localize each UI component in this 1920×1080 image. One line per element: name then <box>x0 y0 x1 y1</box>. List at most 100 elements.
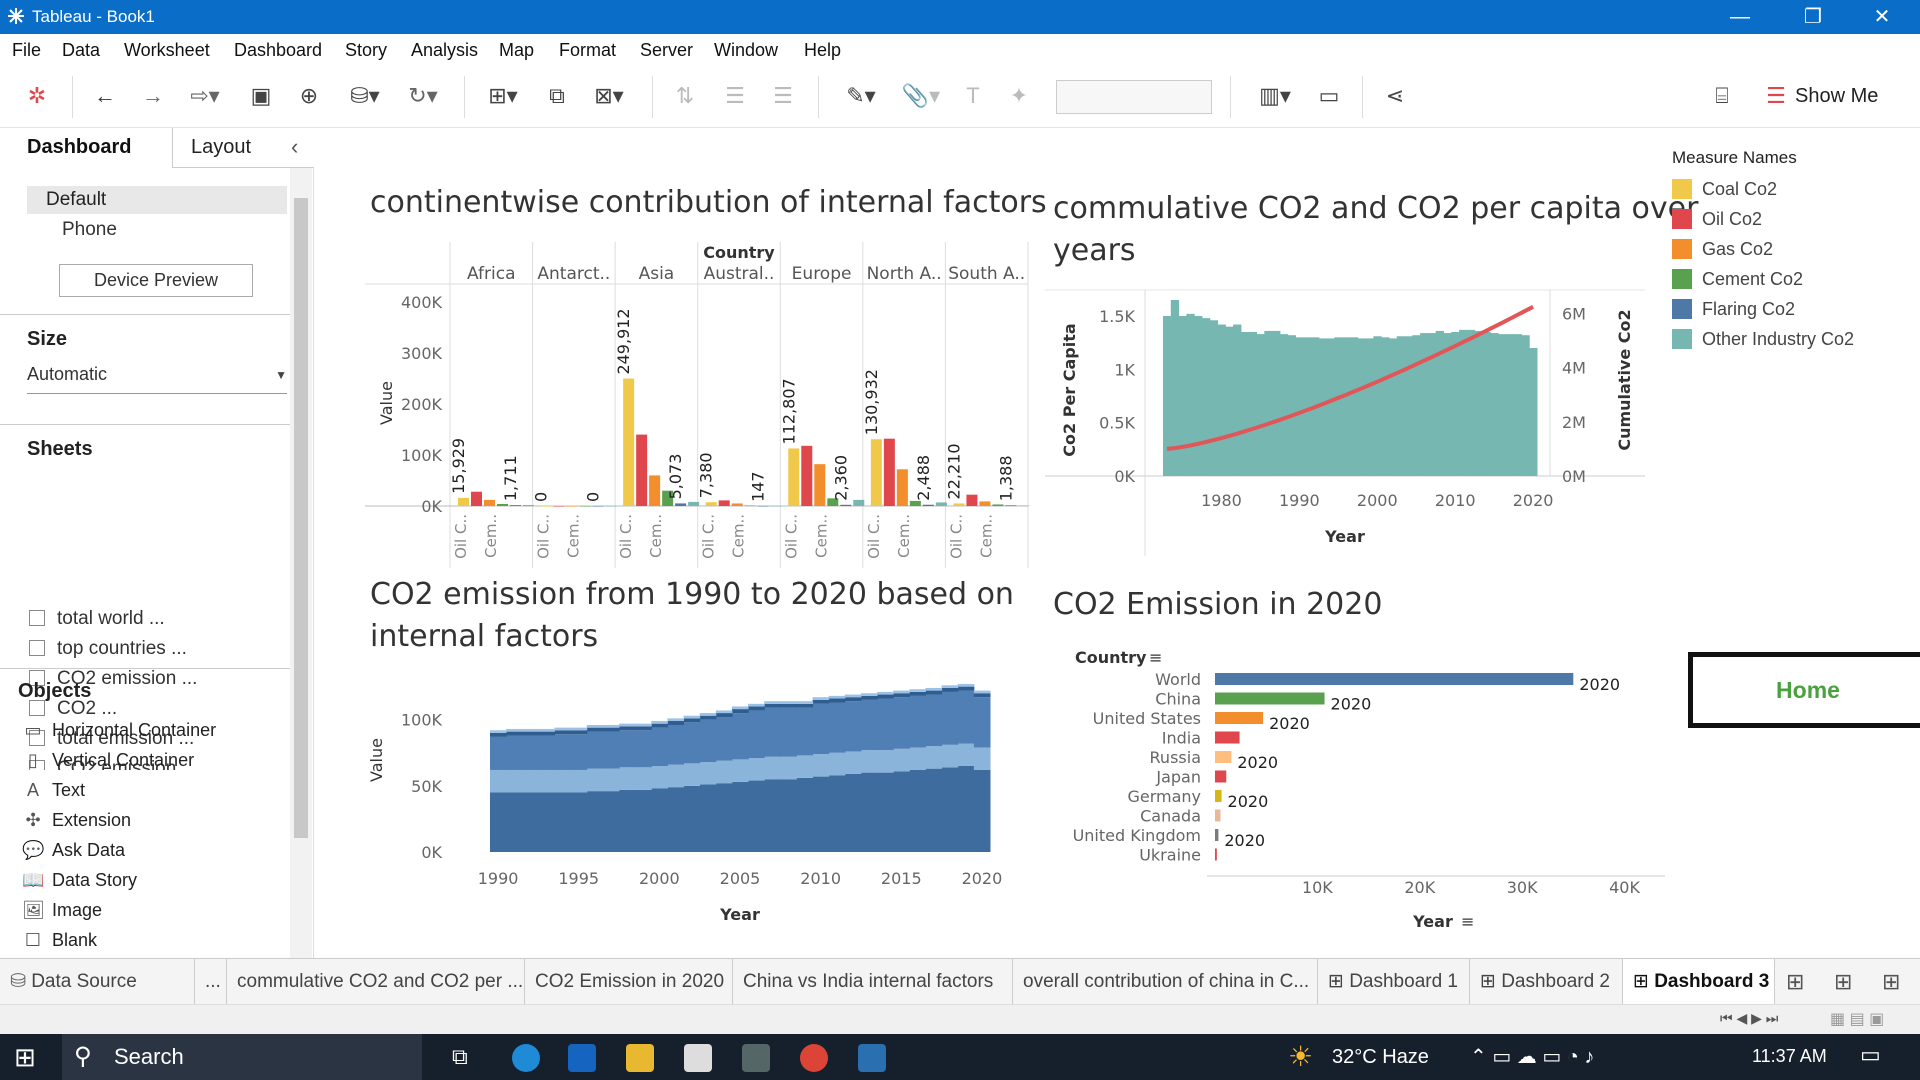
fix-axes-icon[interactable]: ✦ <box>1002 80 1036 112</box>
menu-analysis[interactable]: Analysis <box>411 40 478 61</box>
save-icon[interactable]: ▣ <box>246 80 276 112</box>
duplicate-sheet-icon[interactable]: ⧉ <box>540 80 574 112</box>
menu-dashboard[interactable]: Dashboard <box>234 40 322 61</box>
new-story-tab-icon[interactable]: ⊞ <box>1882 969 1900 995</box>
taskbar-search[interactable]: Search <box>62 1034 422 1080</box>
file-explorer-icon[interactable] <box>626 1044 654 1072</box>
menu-map[interactable]: Map <box>499 40 534 61</box>
weather-text[interactable]: 32°C Haze <box>1332 1046 1429 1069</box>
tab-dashboard[interactable]: Dashboard <box>0 128 172 168</box>
object-horizontal-container[interactable]: ▭ Horizontal Container <box>22 720 216 741</box>
menu-window[interactable]: Window <box>714 40 778 61</box>
redo-icon[interactable]: → <box>136 80 170 112</box>
view-mode-icons[interactable]: ▦ ▤ ▣ <box>1830 1009 1884 1029</box>
bar-5 <box>1018 505 1030 507</box>
close-button[interactable]: ✕ <box>1862 2 1902 32</box>
menu-file[interactable]: File <box>12 40 41 61</box>
menu-story[interactable]: Story <box>345 40 387 61</box>
sheet-item[interactable]: top countries ... <box>29 638 187 660</box>
legend-item-oil[interactable]: Oil Co2 <box>1672 204 1902 234</box>
tab-dashboard-3[interactable]: ⊞ Dashboard 3 <box>1623 959 1775 1005</box>
group-members-icon[interactable]: 📎▾ <box>896 80 946 112</box>
legend-item-gas[interactable]: Gas Co2 <box>1672 234 1902 264</box>
clock[interactable]: 11:37 AM <box>1752 1046 1827 1067</box>
object-text[interactable]: A Text <box>22 780 85 801</box>
pause-updates-icon[interactable]: ⛁▾ <box>340 80 390 112</box>
sort-ascending-icon[interactable]: ☰ <box>718 80 752 112</box>
undo-icon[interactable]: ← <box>88 80 122 112</box>
highlight-icon[interactable]: ✎▾ <box>836 80 886 112</box>
tab-dashboard-1[interactable]: ⊞ Dashboard 1 <box>1318 959 1470 1005</box>
windows-start-icon[interactable]: ⊞ <box>14 1042 36 1073</box>
menu-help[interactable]: Help <box>804 40 841 61</box>
object-image[interactable]: 🖼 Image <box>22 900 102 921</box>
tableau-home-icon[interactable]: ✲ <box>22 80 52 112</box>
format-workbook-icon[interactable]: ⌸ <box>1705 80 1739 112</box>
mail-icon[interactable] <box>684 1044 712 1072</box>
collapse-pane-icon[interactable]: ‹ <box>291 134 298 160</box>
legend-item-coal[interactable]: Coal Co2 <box>1672 174 1902 204</box>
object-ask-data[interactable]: 💬 Ask Data <box>22 840 125 861</box>
sheet-icon <box>29 640 45 656</box>
menu-data[interactable]: Data <box>62 40 100 61</box>
x-tick-label: 20K <box>1404 878 1435 897</box>
menu-worksheet[interactable]: Worksheet <box>124 40 210 61</box>
new-dashboard-tab-icon[interactable]: ⊞ <box>1834 969 1852 995</box>
continent-bar-chart[interactable]: Country Africa Antarct.. Asia Austral.. Europ… <box>360 238 1030 568</box>
device-default[interactable]: Default <box>46 189 106 211</box>
tab-commulative[interactable]: commulative CO2 and CO2 per ... <box>227 959 525 1005</box>
show-me-button[interactable]: Show Me <box>1795 85 1878 108</box>
device-phone[interactable]: Phone <box>62 219 117 241</box>
emission-2020-bar-chart[interactable]: Country ≡World 2020China 2020United States 2… <box>1045 636 1675 936</box>
size-dropdown[interactable]: Automatic ▼ <box>27 364 287 394</box>
tab-china-vs-india[interactable]: China vs India internal factors <box>733 959 1013 1005</box>
menu-format[interactable]: Format <box>559 40 616 61</box>
restore-button[interactable]: ❐ <box>1793 2 1833 32</box>
show-me-icon[interactable]: ☰ <box>1762 80 1790 112</box>
object-data-story[interactable]: 📖 Data Story <box>22 870 137 891</box>
tab-overall-contribution[interactable]: overall contribution of china in C... <box>1013 959 1318 1005</box>
legend-item-flaring[interactable]: Flaring Co2 <box>1672 294 1902 324</box>
clear-sheet-icon[interactable]: ⊠▾ <box>584 80 634 112</box>
chrome-icon[interactable] <box>800 1044 828 1072</box>
tab-co2-emission-2020[interactable]: CO2 Emission in 2020 <box>525 959 733 1005</box>
system-tray-icons[interactable]: ⌃ ▭ ☁ ▭ ◔ ♪ <box>1470 1044 1594 1069</box>
device-preview-button[interactable]: Device Preview <box>59 264 253 297</box>
bar-5 <box>688 501 700 506</box>
notifications-icon[interactable]: ▭ <box>1860 1042 1881 1068</box>
new-worksheet-icon[interactable]: ⊞▾ <box>478 80 528 112</box>
tab-more[interactable]: ... <box>195 959 227 1005</box>
home-button[interactable]: Home <box>1688 652 1920 728</box>
new-data-source-icon[interactable]: ⊕ <box>294 80 324 112</box>
edge-icon[interactable] <box>512 1044 540 1072</box>
tab-navigation-icons[interactable]: ⏮ ◀ ▶ ⏭ <box>1720 1010 1778 1027</box>
object-vertical-container[interactable]: ▯ Vertical Container <box>22 750 194 771</box>
tab-data-source[interactable]: ⛁ Data Source <box>0 959 195 1005</box>
task-view-icon[interactable]: ⧉ <box>452 1044 468 1070</box>
tab-dashboard-2[interactable]: ⊞ Dashboard 2 <box>1470 959 1623 1005</box>
app-icon[interactable] <box>742 1044 770 1072</box>
sort-descending-icon[interactable]: ☰ <box>766 80 800 112</box>
refresh-icon[interactable]: ↻▾ <box>398 80 448 112</box>
fit-dropdown[interactable] <box>1056 80 1212 114</box>
legend-item-other-industry[interactable]: Other Industry Co2 <box>1672 324 1902 354</box>
share-icon[interactable]: ⋖ <box>1378 80 1412 112</box>
new-worksheet-tab-icon[interactable]: ⊞ <box>1786 969 1804 995</box>
legend-item-cement[interactable]: Cement Co2 <box>1672 264 1902 294</box>
replay-icon[interactable]: ⇨▾ <box>180 80 230 112</box>
x-tick-label: 2020 <box>1513 491 1554 510</box>
minimize-button[interactable]: — <box>1720 2 1760 32</box>
object-extension[interactable]: ✣ Extension <box>22 810 131 831</box>
menu-server[interactable]: Server <box>640 40 693 61</box>
presentation-mode-icon[interactable]: ▭ <box>1312 80 1346 112</box>
emission-area-chart[interactable]: 100K 50K 0K Value 1990 1995 2000 2005 2010 2015 20… <box>360 660 1030 930</box>
tableau-taskbar-icon[interactable] <box>858 1044 886 1072</box>
store-icon[interactable] <box>568 1044 596 1072</box>
show-mark-labels-icon[interactable]: T <box>956 80 990 112</box>
sheet-item[interactable]: total world ... <box>29 608 165 630</box>
pane-scrollbar[interactable] <box>290 168 312 958</box>
swap-rows-columns-icon[interactable]: ⇅ <box>668 80 702 112</box>
cumulative-co2-chart[interactable]: 1.5K 1K 0.5K 0K 6M 4M 2M 0M Co2 Per Capita Cumula… <box>1045 280 1655 560</box>
view-cards-icon[interactable]: ▥▾ <box>1248 80 1302 112</box>
object-blank[interactable]: ☐ Blank <box>22 930 97 951</box>
